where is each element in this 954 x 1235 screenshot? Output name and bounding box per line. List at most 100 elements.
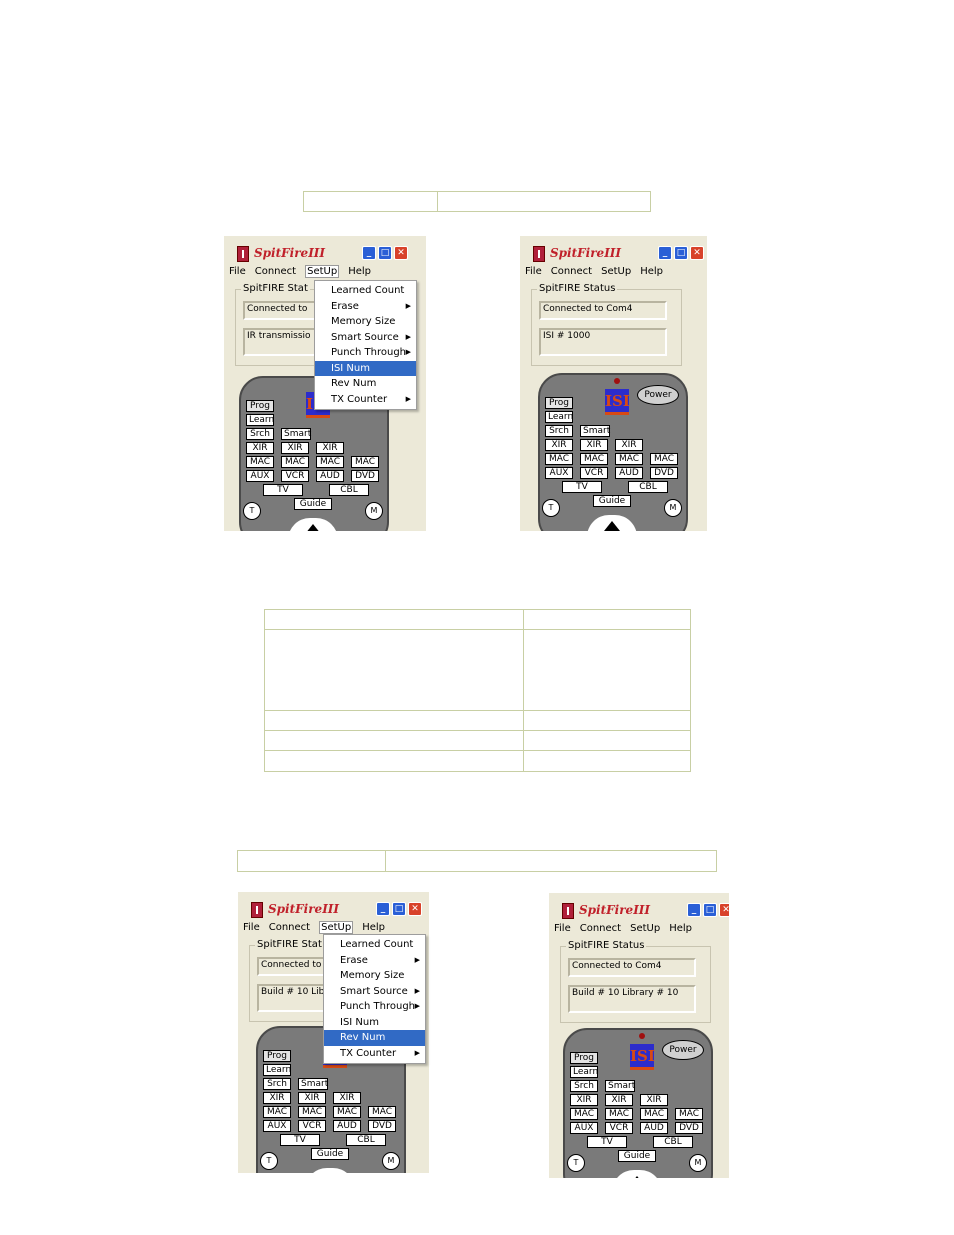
xir-button-2[interactable]: XIR bbox=[605, 1094, 633, 1106]
xir-button-3[interactable]: XIR bbox=[615, 439, 643, 451]
menu-help[interactable]: Help bbox=[348, 266, 371, 277]
menu-connect[interactable]: Connect bbox=[255, 266, 296, 277]
minimize-icon[interactable]: _ bbox=[376, 902, 390, 916]
prog-button[interactable]: Prog bbox=[545, 397, 573, 409]
menu-connect[interactable]: Connect bbox=[269, 922, 310, 933]
learn-button[interactable]: Learn bbox=[263, 1064, 291, 1076]
menu-item-tx-counter[interactable]: TX Counter ▶ bbox=[324, 1046, 425, 1062]
xir-button-3[interactable]: XIR bbox=[316, 442, 344, 454]
menu-item-tx-counter[interactable]: TX Counter ▶ bbox=[315, 392, 416, 408]
learn-button[interactable]: Learn bbox=[545, 411, 573, 423]
title-bar[interactable]: SpitFireIII _ □ ✕ bbox=[237, 244, 408, 264]
guide-button[interactable]: Guide bbox=[593, 495, 631, 507]
mac-button-3[interactable]: MAC bbox=[640, 1108, 668, 1120]
srch-button[interactable]: Srch bbox=[263, 1078, 291, 1090]
menu-item-smart-source[interactable]: Smart Source ▶ bbox=[315, 330, 416, 346]
tv-button[interactable]: TV bbox=[562, 481, 602, 493]
menu-file[interactable]: File bbox=[243, 922, 260, 933]
mac-button-4[interactable]: MAC bbox=[368, 1106, 396, 1118]
menu-connect[interactable]: Connect bbox=[551, 266, 592, 277]
guide-button[interactable]: Guide bbox=[618, 1150, 656, 1162]
dvd-button[interactable]: DVD bbox=[368, 1120, 396, 1132]
xir-button-1[interactable]: XIR bbox=[570, 1094, 598, 1106]
minimize-icon[interactable]: _ bbox=[362, 246, 376, 260]
dvd-button[interactable]: DVD bbox=[351, 470, 379, 482]
close-icon[interactable]: ✕ bbox=[719, 903, 729, 917]
aud-button[interactable]: AUD bbox=[640, 1122, 668, 1134]
t-button[interactable]: T bbox=[567, 1154, 585, 1172]
aux-button[interactable]: AUX bbox=[263, 1120, 291, 1132]
menu-connect[interactable]: Connect bbox=[580, 923, 621, 934]
aud-button[interactable]: AUD bbox=[333, 1120, 361, 1132]
menu-file[interactable]: File bbox=[525, 266, 542, 277]
xir-button-1[interactable]: XIR bbox=[246, 442, 274, 454]
aud-button[interactable]: AUD bbox=[615, 467, 643, 479]
menu-file[interactable]: File bbox=[554, 923, 571, 934]
smart-button[interactable]: Smart bbox=[580, 425, 610, 437]
title-bar[interactable]: SpitFireIII _ □ ✕ bbox=[533, 244, 704, 264]
srch-button[interactable]: Srch bbox=[246, 428, 274, 440]
dpad-up-arrow-icon[interactable] bbox=[587, 515, 637, 531]
menu-help[interactable]: Help bbox=[640, 266, 663, 277]
mac-button-1[interactable]: MAC bbox=[246, 456, 274, 468]
power-button[interactable]: Power bbox=[637, 385, 679, 405]
maximize-icon[interactable]: □ bbox=[378, 246, 392, 260]
aux-button[interactable]: AUX bbox=[545, 467, 573, 479]
menu-item-memory-size[interactable]: Memory Size bbox=[315, 314, 416, 330]
prog-button[interactable]: Prog bbox=[570, 1052, 598, 1064]
vcr-button[interactable]: VCR bbox=[580, 467, 608, 479]
mac-button-2[interactable]: MAC bbox=[298, 1106, 326, 1118]
learn-button[interactable]: Learn bbox=[570, 1066, 598, 1078]
smart-button[interactable]: Smart bbox=[281, 428, 311, 440]
cbl-button[interactable]: CBL bbox=[329, 484, 369, 496]
menu-item-smart-source[interactable]: Smart Source ▶ bbox=[324, 984, 425, 1000]
menu-help[interactable]: Help bbox=[362, 922, 385, 933]
power-button[interactable]: Power bbox=[662, 1040, 704, 1060]
mac-button-2[interactable]: MAC bbox=[580, 453, 608, 465]
mac-button-1[interactable]: MAC bbox=[263, 1106, 291, 1118]
tv-button[interactable]: TV bbox=[263, 484, 303, 496]
vcr-button[interactable]: VCR bbox=[605, 1122, 633, 1134]
mac-button-1[interactable]: MAC bbox=[545, 453, 573, 465]
cbl-button[interactable]: CBL bbox=[628, 481, 668, 493]
aux-button[interactable]: AUX bbox=[570, 1122, 598, 1134]
close-icon[interactable]: ✕ bbox=[394, 246, 408, 260]
menu-item-rev-num[interactable]: Rev Num bbox=[324, 1030, 425, 1046]
mac-button-2[interactable]: MAC bbox=[281, 456, 309, 468]
mac-button-2[interactable]: MAC bbox=[605, 1108, 633, 1120]
menu-setup[interactable]: SetUp bbox=[319, 921, 354, 934]
menu-item-rev-num[interactable]: Rev Num bbox=[315, 376, 416, 392]
menu-setup[interactable]: SetUp bbox=[305, 265, 340, 278]
learn-button[interactable]: Learn bbox=[246, 414, 274, 426]
minimize-icon[interactable]: _ bbox=[687, 903, 701, 917]
aux-button[interactable]: AUX bbox=[246, 470, 274, 482]
tv-button[interactable]: TV bbox=[587, 1136, 627, 1148]
maximize-icon[interactable]: □ bbox=[392, 902, 406, 916]
close-icon[interactable]: ✕ bbox=[408, 902, 422, 916]
xir-button-2[interactable]: XIR bbox=[298, 1092, 326, 1104]
cbl-button[interactable]: CBL bbox=[346, 1134, 386, 1146]
guide-button[interactable]: Guide bbox=[311, 1148, 349, 1160]
menu-item-isi-num[interactable]: ISI Num bbox=[324, 1015, 425, 1031]
menu-setup[interactable]: SetUp bbox=[601, 266, 631, 277]
menu-setup[interactable]: SetUp bbox=[630, 923, 660, 934]
menu-item-punch-through[interactable]: Punch Through ▶ bbox=[324, 999, 425, 1015]
t-button[interactable]: T bbox=[260, 1152, 278, 1170]
menu-item-learned-count[interactable]: Learned Count bbox=[324, 937, 425, 953]
dpad-up-arrow-icon[interactable] bbox=[288, 518, 338, 531]
dpad-up-arrow-icon[interactable] bbox=[305, 1168, 355, 1173]
prog-button[interactable]: Prog bbox=[246, 400, 274, 412]
xir-button-1[interactable]: XIR bbox=[263, 1092, 291, 1104]
t-button[interactable]: T bbox=[243, 502, 261, 520]
mac-button-4[interactable]: MAC bbox=[351, 456, 379, 468]
menu-item-learned-count[interactable]: Learned Count bbox=[315, 283, 416, 299]
dvd-button[interactable]: DVD bbox=[650, 467, 678, 479]
smart-button[interactable]: Smart bbox=[298, 1078, 328, 1090]
menu-item-erase[interactable]: Erase ▶ bbox=[324, 953, 425, 969]
xir-button-2[interactable]: XIR bbox=[281, 442, 309, 454]
menu-help[interactable]: Help bbox=[669, 923, 692, 934]
tv-button[interactable]: TV bbox=[280, 1134, 320, 1146]
vcr-button[interactable]: VCR bbox=[298, 1120, 326, 1132]
mac-button-3[interactable]: MAC bbox=[316, 456, 344, 468]
close-icon[interactable]: ✕ bbox=[690, 246, 704, 260]
